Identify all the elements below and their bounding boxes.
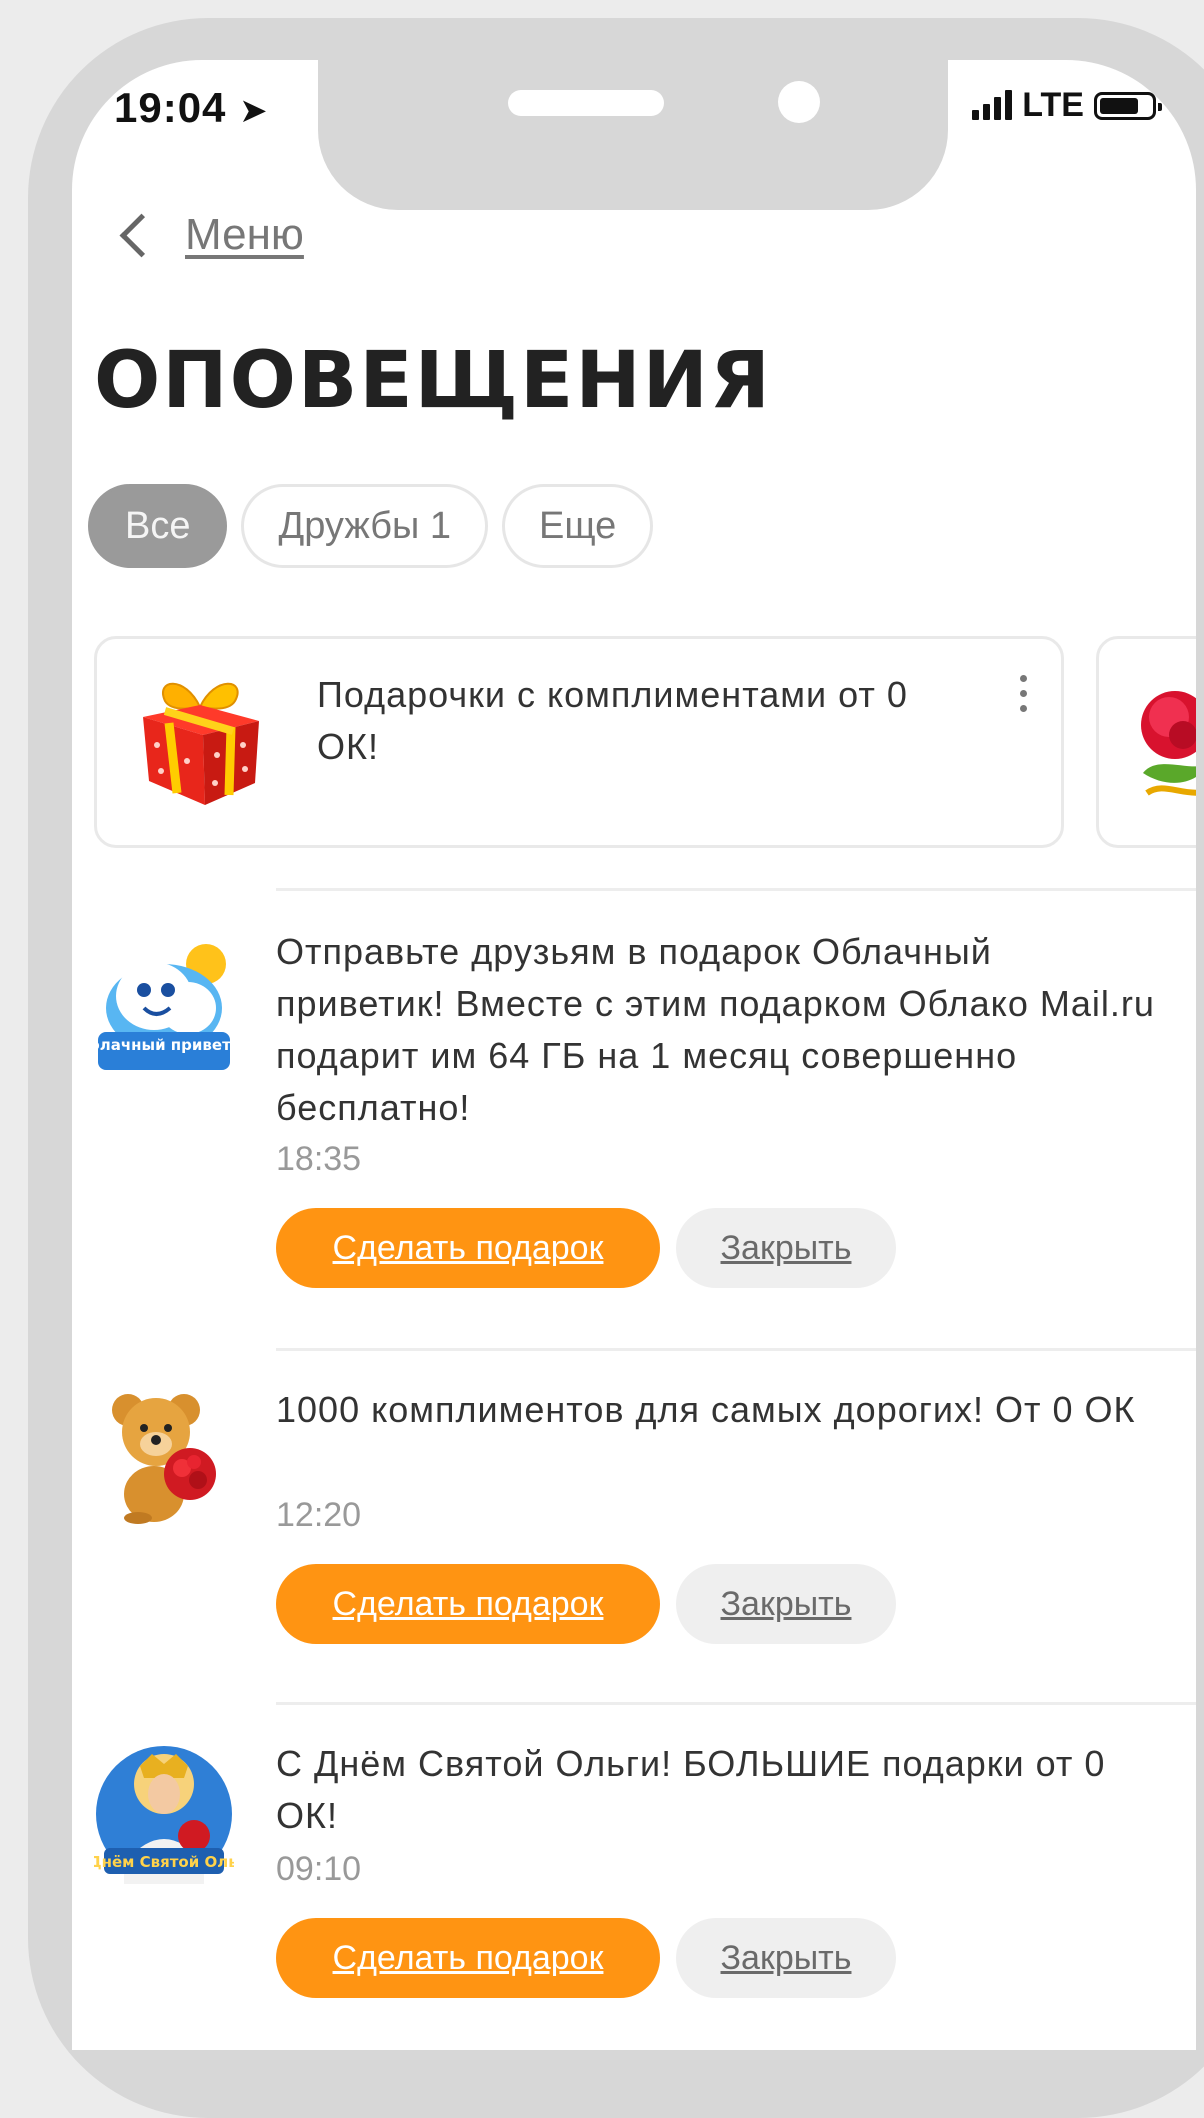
tab-all[interactable]: Все [88,484,228,568]
tab-more[interactable]: Еще [501,484,654,568]
avatar-caption: С Днём Святой Ольги [94,1853,234,1871]
location-arrow-icon: ➤ [239,92,269,130]
make-gift-button[interactable]: Сделать подарок [276,1208,660,1288]
speaker-grille [508,90,664,116]
rose-icon [1141,691,1196,796]
promo-card[interactable]: Подарочки с комплиментами от 0 ОК! [94,636,1064,848]
signal-strength-icon [972,90,1013,120]
notification-time: 12:20 [276,1496,362,1534]
status-time: 19:04 ➤ [114,84,269,132]
divider [276,1702,1196,1705]
make-gift-button[interactable]: Сделать подарок [276,1564,660,1644]
filter-tabs: Все Дружбы 1 Еще [88,484,654,568]
back-label[interactable]: Меню [185,210,304,260]
cloud-greeting-avatar: Облачный приветик [94,944,234,1070]
status-time-text: 19:04 [114,84,227,131]
divider [276,888,1196,891]
divider [276,1348,1196,1351]
notch [318,60,948,210]
saint-olga-avatar: С Днём Святой Ольги [94,1746,234,1884]
phone-screen: 19:04 ➤ LTE Меню ОПОВЕЩЕНИЯ Все Дружбы 1… [72,60,1196,2050]
promo-card[interactable] [1096,636,1196,848]
back-to-menu[interactable]: Меню [116,210,304,260]
teddy-bear-avatar [112,1394,216,1524]
chevron-left-icon [119,213,164,257]
close-button[interactable]: Закрыть [676,1918,896,1998]
more-options-icon[interactable] [1020,675,1027,712]
close-button[interactable]: Закрыть [676,1208,896,1288]
tab-friendships[interactable]: Дружбы 1 [241,484,488,568]
make-gift-button[interactable]: Сделать подарок [276,1918,660,1998]
battery-icon [1094,92,1162,120]
notification-time: 09:10 [276,1850,362,1888]
notification-text: С Днём Святой Ольги! БОЛЬШИЕ подарки от … [276,1743,1106,1836]
notification-text: 1000 комплиментов для самых дорогих! От … [276,1389,1136,1430]
gift-box-icon [143,682,259,805]
avatar-caption: Облачный приветик [94,1036,234,1054]
promo-card-text: Подарочки с комплиментами от 0 ОК! [317,674,908,767]
page-title: ОПОВЕЩЕНИЯ [94,336,772,426]
notification-time: 18:35 [276,1140,362,1178]
status-indicators: LTE [972,86,1162,124]
front-camera [778,81,820,123]
notification-text: Отправьте друзьям в подарок Облачный при… [276,931,1155,1128]
close-button[interactable]: Закрыть [676,1564,896,1644]
network-type: LTE [1022,86,1084,124]
